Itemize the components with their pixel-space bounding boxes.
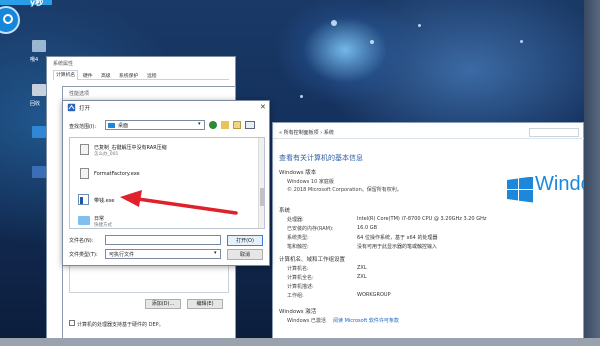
- red-arrow-head: [120, 190, 142, 207]
- red-arrow-shaft: [136, 197, 238, 215]
- monitor-bezel: [584, 0, 600, 346]
- monitor-bezel: [0, 338, 600, 346]
- annotation-arrow-layer: [120, 190, 238, 215]
